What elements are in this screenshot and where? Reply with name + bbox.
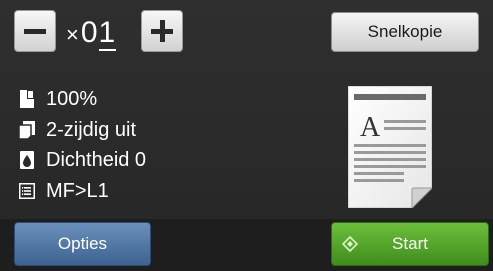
copy-count-digit-ones: 1 (98, 16, 117, 51)
copy-count-value: 01 (80, 16, 117, 51)
setting-label: 2-zijdig uit (46, 118, 137, 141)
setting-tray: MF>L1 (18, 178, 109, 204)
plus-icon (151, 20, 173, 42)
setting-label: 100% (46, 87, 98, 110)
decrease-copies-button[interactable] (14, 10, 56, 52)
copy-count-display: × 01 (66, 10, 117, 52)
start-button[interactable]: Start (331, 222, 489, 266)
setting-label: Dichtheid 0 (46, 148, 147, 171)
minus-icon (24, 28, 46, 34)
copy-screen: × 01 Snelkopie 100% 2-zijdig uit Dichthe… (0, 0, 493, 271)
start-label: Start (392, 234, 428, 253)
preview-letter: A (360, 112, 381, 143)
increase-copies-button[interactable] (141, 10, 183, 52)
density-drop-icon (18, 149, 36, 171)
document-preview-icon: A (347, 85, 434, 210)
copy-count-digit-tens: 0 (80, 16, 99, 49)
setting-label: MF>L1 (46, 179, 109, 202)
start-diamond-icon (342, 236, 358, 252)
opties-button[interactable]: Opties (14, 222, 151, 266)
duplex-icon (18, 119, 36, 141)
enlarge-reduce-icon (18, 88, 36, 110)
setting-enlarge-reduce: 100% (18, 86, 97, 112)
setting-density: Dichtheid 0 (18, 147, 146, 173)
snelkopie-button[interactable]: Snelkopie (331, 12, 479, 52)
setting-duplex: 2-zijdig uit (18, 117, 136, 143)
times-symbol: × (66, 22, 79, 47)
tray-list-icon (18, 180, 36, 202)
